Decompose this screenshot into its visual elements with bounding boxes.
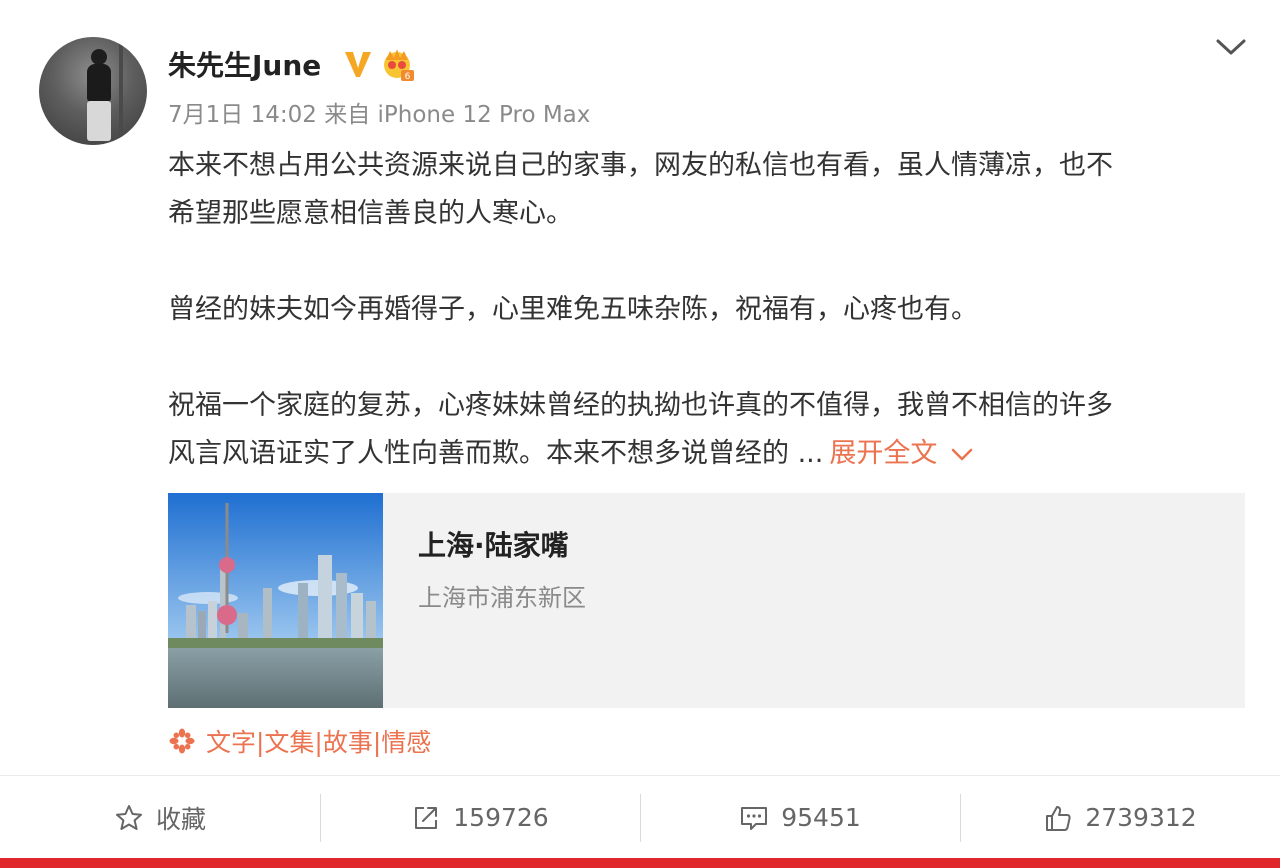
vip-v-icon <box>345 52 371 77</box>
bottom-accent-bar <box>0 858 1280 868</box>
svg-text:6: 6 <box>405 72 411 82</box>
content-line: 本来不想占用公共资源来说自己的家事，网友的私信也有看，虽人情薄凉，也不 <box>168 150 1113 181</box>
star-icon <box>115 804 142 830</box>
author-name[interactable]: 朱先生June <box>168 48 321 84</box>
chevron-down-icon[interactable] <box>1214 36 1248 58</box>
location-district: 上海市浦东新区 <box>418 584 586 612</box>
topic-asterisk-icon <box>169 728 195 754</box>
comment-icon <box>741 806 768 830</box>
post-source: iPhone 12 Pro Max <box>377 102 591 128</box>
weibo-post: 朱先生June 6 7月1日 14:02 来自 iPhone 12 Pro Ma… <box>0 0 1280 775</box>
source-prefix: 来自 <box>324 102 371 128</box>
content-line: 祝福一个家庭的复苏，心疼妹妹曾经的执拗也许真的不值得，我曾不相信的许多 <box>168 390 1113 421</box>
post-meta: 7月1日 14:02 来自 iPhone 12 Pro Max <box>168 100 590 130</box>
like-count: 2739312 <box>1085 803 1197 832</box>
favorite-label: 收藏 <box>155 804 206 834</box>
location-thumbnail <box>168 493 383 708</box>
topic-text: 文字|文集|故事|情感 <box>206 728 432 757</box>
location-card[interactable]: 上海·陆家嘴 上海市浦东新区 <box>168 493 1245 708</box>
repost-button[interactable]: 159726 <box>320 776 640 859</box>
crown-badge-icon[interactable]: 6 <box>379 46 415 82</box>
topic-tag[interactable]: 文字|文集|故事|情感 <box>168 722 431 760</box>
content-line: 曾经的妹夫如今再婚得子，心里难免五味杂陈，祝福有，心疼也有。 <box>168 294 978 325</box>
content-text: 风言风语证实了人性向善而欺。本来不想多说曾经的 ... <box>168 438 824 469</box>
repost-count: 159726 <box>453 803 549 832</box>
content-line: 希望那些愿意相信善良的人寒心。 <box>168 198 573 229</box>
favorite-button[interactable]: 收藏 <box>0 776 320 859</box>
like-button[interactable]: 2739312 <box>960 776 1280 859</box>
action-bar: 收藏 159726 95451 2739312 <box>0 775 1280 858</box>
expand-full-text-link[interactable]: 展开全文 <box>829 438 937 469</box>
post-date[interactable]: 7月1日 14:02 <box>168 102 317 128</box>
share-icon <box>415 806 438 829</box>
comment-button[interactable]: 95451 <box>640 776 960 859</box>
thumbs-up-icon <box>1046 805 1071 831</box>
chevron-down-icon[interactable] <box>949 447 975 463</box>
avatar[interactable] <box>39 37 147 145</box>
post-content: 本来不想占用公共资源来说自己的家事，网友的私信也有看，虽人情薄凉，也不 希望那些… <box>168 142 1238 478</box>
content-line: 风言风语证实了人性向善而欺。本来不想多说曾经的 ... 展开全文 <box>168 430 1238 478</box>
location-name: 上海·陆家嘴 <box>418 529 569 562</box>
comment-count: 95451 <box>781 803 861 832</box>
